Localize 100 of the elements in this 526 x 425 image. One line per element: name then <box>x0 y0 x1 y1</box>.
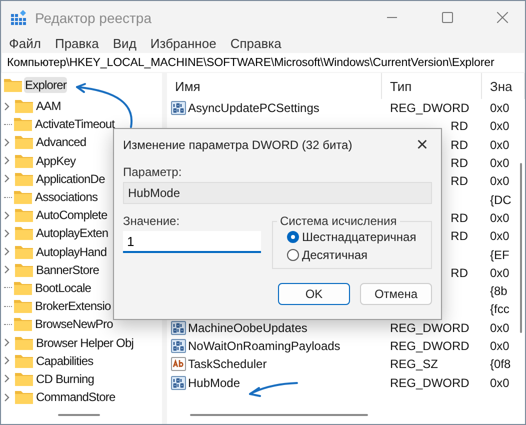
value-data: {fcc <box>490 302 510 316</box>
binary-value-icon <box>171 320 186 335</box>
menu-item[interactable]: Вид <box>106 36 142 51</box>
string-value-icon <box>171 357 186 372</box>
radio-label: Шестнадцатеричная <box>302 230 416 244</box>
value-type: RD <box>450 174 468 188</box>
column-header[interactable]: Имя <box>167 73 382 99</box>
folder-icon <box>14 280 32 295</box>
value-type: RD <box>450 210 468 225</box>
maximize-icon <box>442 12 452 23</box>
value-data: {EF <box>490 248 510 262</box>
dialog-button[interactable]: Отмена <box>360 283 432 305</box>
field-label: Параметр: <box>123 165 183 179</box>
tree-item[interactable]: CD Burning <box>35 370 96 387</box>
value-type: RD <box>450 119 468 134</box>
value-data: 0x0 <box>490 119 510 134</box>
menu-item[interactable]: Справка <box>224 36 288 51</box>
tree-item[interactable]: CommandStore <box>35 389 116 406</box>
tree-item[interactable]: BrokerExtensio <box>34 298 112 314</box>
group-label: Система исчисления <box>279 214 398 228</box>
tree-item[interactable]: AAM <box>35 98 62 114</box>
close-icon <box>496 12 508 23</box>
window-title: Редактор реестра <box>35 10 152 26</box>
folder-icon <box>14 190 32 204</box>
tree-item[interactable]: AutoplayHand <box>35 244 108 260</box>
folder-icon <box>15 135 33 150</box>
value-type: REG_DWORD <box>390 339 470 353</box>
tree-item[interactable]: ActivateTimeout <box>34 116 116 132</box>
tree-item[interactable]: AutoComplete <box>35 207 108 224</box>
radio-label: Десятичная <box>302 248 368 262</box>
value-type: RD <box>450 266 468 280</box>
value-data: 0x0 <box>490 266 510 280</box>
tree-item[interactable]: AppKey <box>35 152 77 169</box>
value-type: RD <box>450 156 468 170</box>
tree-item[interactable]: ApplicationDe <box>35 170 106 187</box>
tree-item[interactable]: Browser Helper Obj <box>35 334 135 351</box>
tree-item[interactable]: Capabilities <box>35 352 94 369</box>
radio-button[interactable] <box>287 231 299 243</box>
close-button[interactable]: × <box>412 134 432 156</box>
value-name[interactable]: MachineOobeUpdates <box>188 320 308 335</box>
value-data: {DC <box>490 192 512 207</box>
tree-item[interactable]: BrowseNewPro <box>34 316 114 332</box>
binary-value-icon <box>171 376 186 390</box>
value-data: {8b <box>490 284 508 298</box>
scrollbar[interactable] <box>190 414 368 416</box>
binary-value-icon <box>171 339 186 353</box>
parameter-field[interactable]: HubMode <box>123 182 432 204</box>
value-data: 0x0 <box>490 339 510 353</box>
value-type: RD <box>450 138 468 152</box>
field-label: Значение: <box>123 214 181 228</box>
folder-icon <box>14 317 32 332</box>
minimize-icon <box>387 17 397 18</box>
value-type: REG_SZ <box>390 357 438 372</box>
column-header[interactable]: Зна <box>482 73 525 99</box>
value-data: 0x0 <box>490 320 510 335</box>
value-name[interactable]: TaskScheduler <box>188 357 267 372</box>
tree-item[interactable]: BootLocale <box>34 280 92 296</box>
value-name[interactable]: NoWaitOnRoamingPayloads <box>188 339 340 353</box>
value-type: RD <box>450 229 468 244</box>
folder-icon <box>15 226 33 240</box>
value-name[interactable]: AsyncUpdatePCSettings <box>188 101 320 116</box>
dialog-button[interactable]: OK <box>278 283 350 305</box>
address-bar[interactable]: Компьютер\HKEY_LOCAL_MACHINE\SOFTWARE\Microsoft\Windows\CurrentVersion\Explorer <box>2 53 524 72</box>
radio-button[interactable] <box>287 249 299 261</box>
value-type: REG_DWORD <box>390 320 470 335</box>
value-name[interactable]: HubMode <box>188 376 240 390</box>
value-data: 0x0 <box>490 138 510 152</box>
app-icon <box>11 10 26 25</box>
value-type: REG_DWORD <box>390 376 470 390</box>
tree-item[interactable]: AutoplayExten <box>35 225 110 242</box>
menu-item[interactable]: Избранное <box>144 36 222 51</box>
folder-icon <box>15 172 33 186</box>
column-header[interactable]: Тип <box>382 73 482 99</box>
value-data: 0x0 <box>490 376 510 390</box>
folder-icon <box>15 154 33 168</box>
value-field[interactable]: 1 <box>123 231 261 253</box>
menu-item[interactable]: Файл <box>3 36 47 51</box>
menu-item[interactable]: Правка <box>48 36 105 51</box>
folder-icon <box>15 336 33 350</box>
scrollbar[interactable] <box>520 163 522 333</box>
value-data: 0x0 <box>490 156 510 170</box>
folder-icon <box>14 117 32 132</box>
folder-icon <box>15 372 33 386</box>
value-data: {0f8 <box>490 357 511 372</box>
folder-icon <box>14 299 32 314</box>
tree-item[interactable]: BannerStore <box>35 262 100 278</box>
tree-item[interactable]: Associations <box>34 189 99 206</box>
value-data: 0x0 <box>490 229 510 244</box>
folder-icon <box>15 390 33 404</box>
dialog-title: Изменение параметра DWORD (32 бита) <box>123 138 352 152</box>
value-data: 0x0 <box>490 174 510 188</box>
value-data: 0x0 <box>490 101 510 116</box>
tree-item[interactable]: Explorer <box>24 77 68 93</box>
tree-item[interactable]: Advanced <box>35 134 88 150</box>
chevron-icon <box>4 102 10 111</box>
folder-icon <box>15 208 33 222</box>
scrollbar[interactable] <box>58 414 100 416</box>
value-data: 0x0 <box>490 210 510 225</box>
binary-value-icon <box>171 101 186 116</box>
value-type: REG_DWORD <box>390 101 470 116</box>
